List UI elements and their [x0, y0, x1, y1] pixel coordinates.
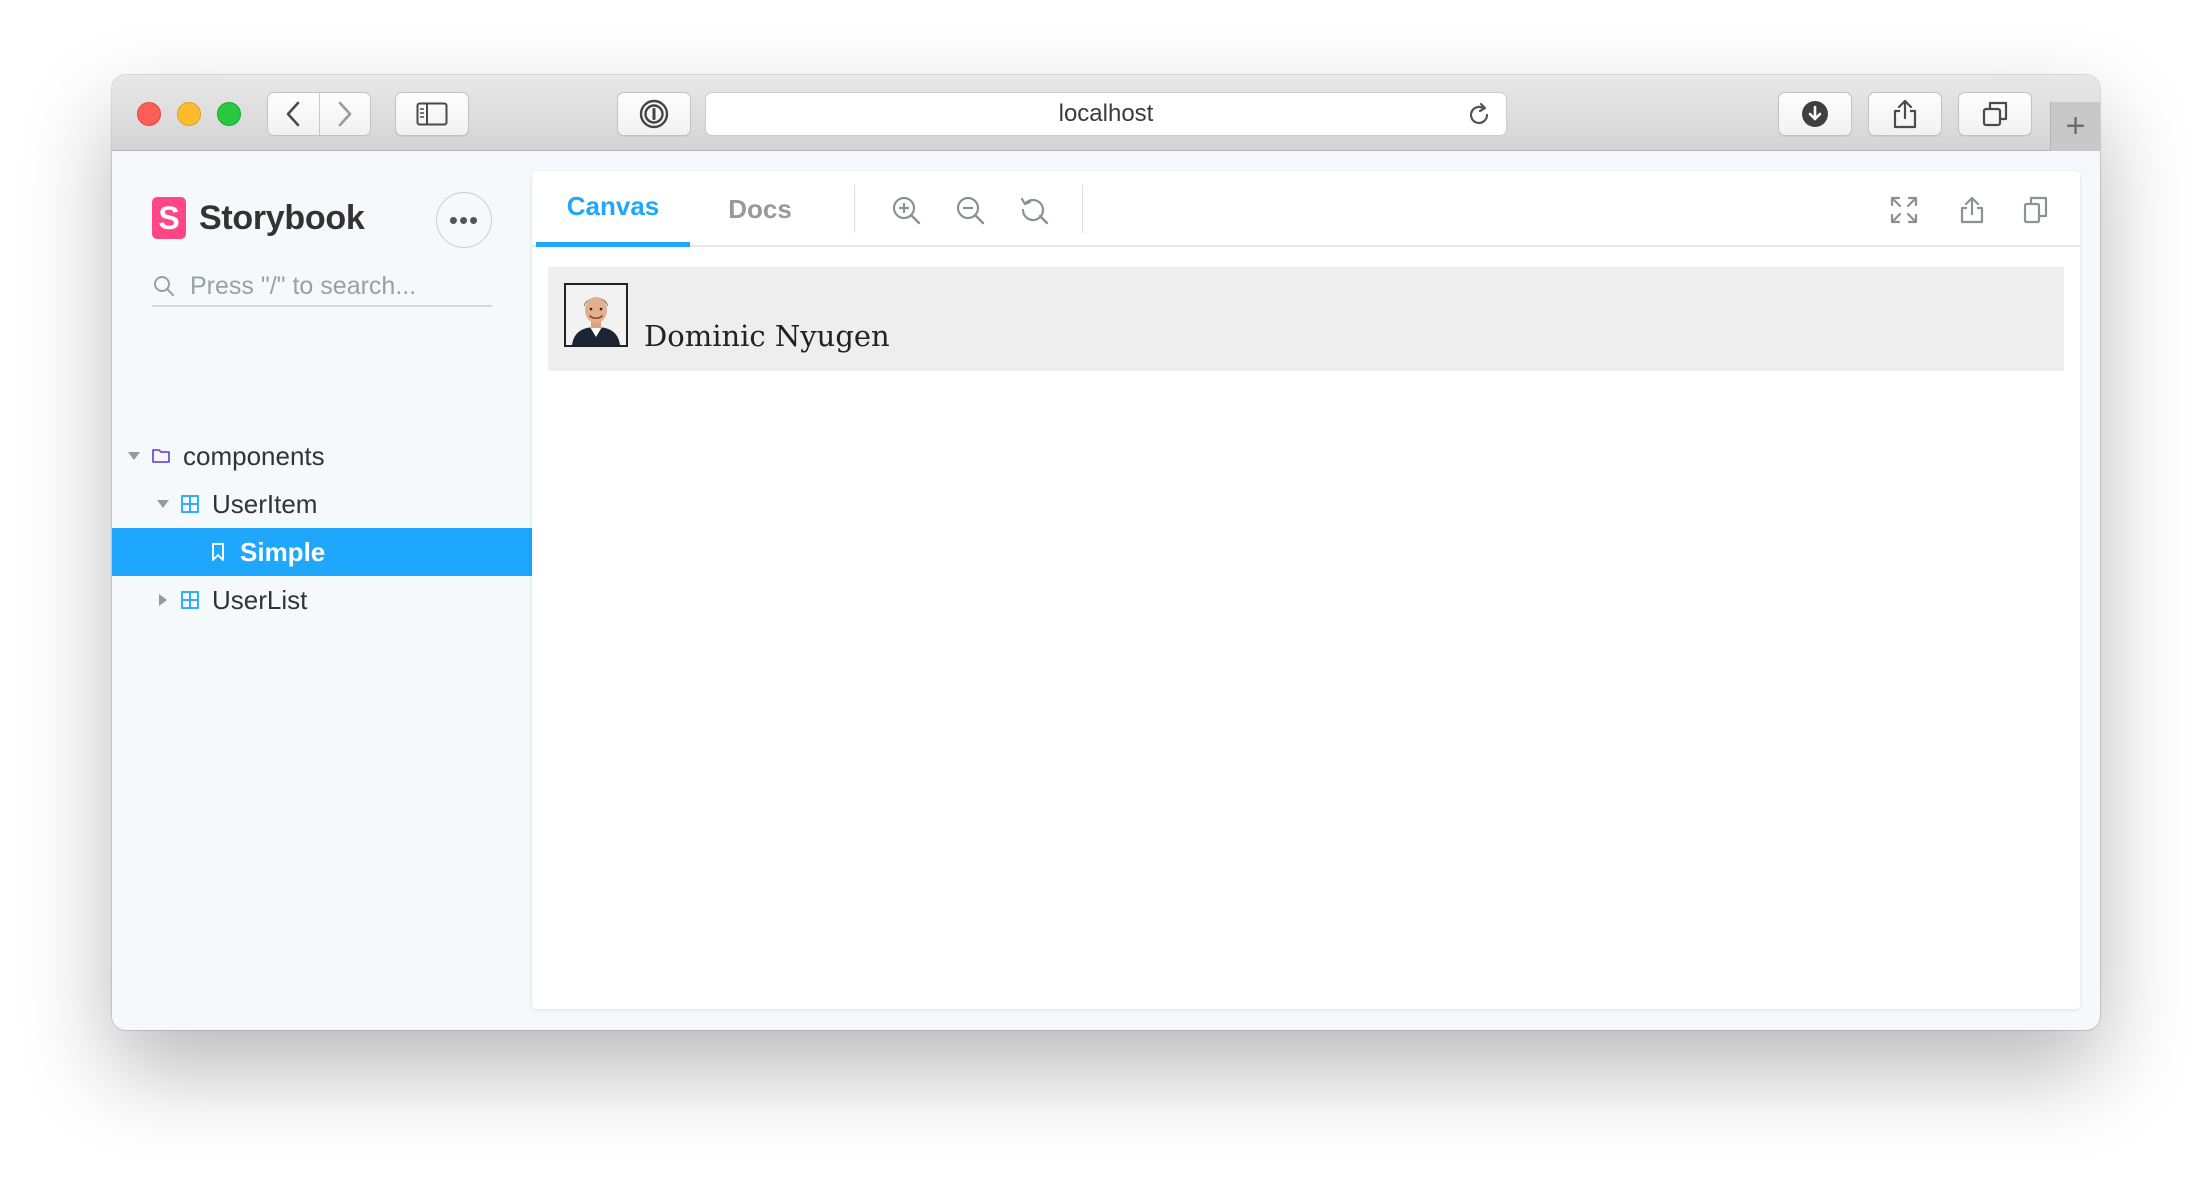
browser-window: localhost + S Storybook ••• comp: [112, 75, 2100, 1030]
fullscreen-button[interactable]: [1887, 193, 1921, 227]
tree-item-label: UserItem: [212, 488, 318, 519]
sidebar-icon: [416, 102, 448, 126]
download-icon: [1802, 101, 1828, 127]
back-button[interactable]: [268, 93, 319, 135]
toolbar-divider: [1082, 185, 1083, 233]
tree-item-label: components: [183, 440, 325, 471]
address-bar[interactable]: localhost: [705, 92, 1507, 136]
zoom-window-button[interactable]: [217, 102, 241, 126]
story-canvas: Dominic Nyugen: [548, 267, 2064, 371]
toolbar-divider: [854, 185, 855, 233]
zoom-in-button[interactable]: [889, 193, 923, 227]
share-page-button[interactable]: [1868, 92, 1942, 136]
fullscreen-icon: [1890, 196, 1918, 224]
caret-down-icon[interactable]: [127, 451, 141, 461]
storybook-brand[interactable]: S Storybook: [152, 197, 365, 239]
password-manager-button[interactable]: [617, 92, 691, 136]
component-grid-icon: [180, 494, 200, 514]
storybook-sidebar: S Storybook ••• components UserItem Simp…: [112, 152, 532, 1030]
user-name: Dominic Nyugen: [644, 319, 890, 353]
copy-link-button[interactable]: [2019, 193, 2053, 227]
component-grid-icon: [180, 590, 200, 610]
share-icon: [1893, 99, 1917, 129]
zoom-reset-icon: [1020, 197, 1049, 225]
history-nav: [267, 92, 371, 136]
tree-item-label: UserList: [212, 584, 308, 615]
caret-down-icon[interactable]: [156, 499, 170, 509]
zoom-reset-button[interactable]: [1017, 193, 1051, 227]
zoom-out-button[interactable]: [953, 193, 987, 227]
chevron-left-icon: [286, 101, 300, 127]
tree-item-label: Simple: [240, 536, 326, 567]
new-tab-button[interactable]: +: [2050, 102, 2100, 151]
share-icon: [1960, 196, 1984, 224]
zoom-in-icon: [892, 196, 921, 225]
reload-icon[interactable]: [1466, 102, 1492, 128]
close-window-button[interactable]: [137, 102, 161, 126]
password-manager-icon: [639, 99, 669, 129]
ellipsis-icon: •••: [448, 205, 480, 235]
panel-toolbar: Canvas Docs: [532, 171, 2080, 247]
user-avatar: [564, 283, 628, 347]
minimize-window-button[interactable]: [177, 102, 201, 126]
zoom-out-icon: [956, 196, 985, 225]
url-text: localhost: [1058, 100, 1154, 127]
open-in-new-tab-button[interactable]: [1955, 193, 1989, 227]
tree-item-components[interactable]: components: [112, 432, 532, 480]
tab-canvas[interactable]: Canvas: [536, 171, 690, 247]
caret-right-icon[interactable]: [156, 593, 170, 607]
bookmark-icon: [210, 542, 226, 562]
search-input[interactable]: [190, 271, 480, 301]
chevron-right-icon: [338, 101, 352, 127]
sidebar-menu-button[interactable]: •••: [436, 192, 492, 248]
tree-item-simple[interactable]: Simple: [112, 528, 532, 576]
browser-toolbar: localhost +: [112, 75, 2100, 151]
preview-panel: Canvas Docs Dominic Nyugen: [532, 171, 2080, 1009]
storybook-logo-icon: S: [152, 197, 186, 239]
tab-overview-button[interactable]: [1958, 92, 2032, 136]
copy-icon: [2023, 196, 2048, 224]
downloads-button[interactable]: [1778, 92, 1852, 136]
brand-name: Storybook: [199, 198, 365, 237]
tree-item-useritem[interactable]: UserItem: [112, 480, 532, 528]
tree-item-userlist[interactable]: UserList: [112, 576, 532, 624]
forward-button[interactable]: [318, 93, 371, 135]
tab-docs[interactable]: Docs: [710, 171, 810, 247]
user-photo-icon: [566, 285, 626, 345]
sidebar-search: [152, 267, 492, 307]
plus-icon: +: [2065, 107, 2086, 145]
sidebar-toggle-button[interactable]: [395, 92, 469, 136]
search-icon: [154, 276, 174, 296]
folder-icon: [151, 447, 171, 465]
tabs-icon: [1982, 101, 2008, 127]
